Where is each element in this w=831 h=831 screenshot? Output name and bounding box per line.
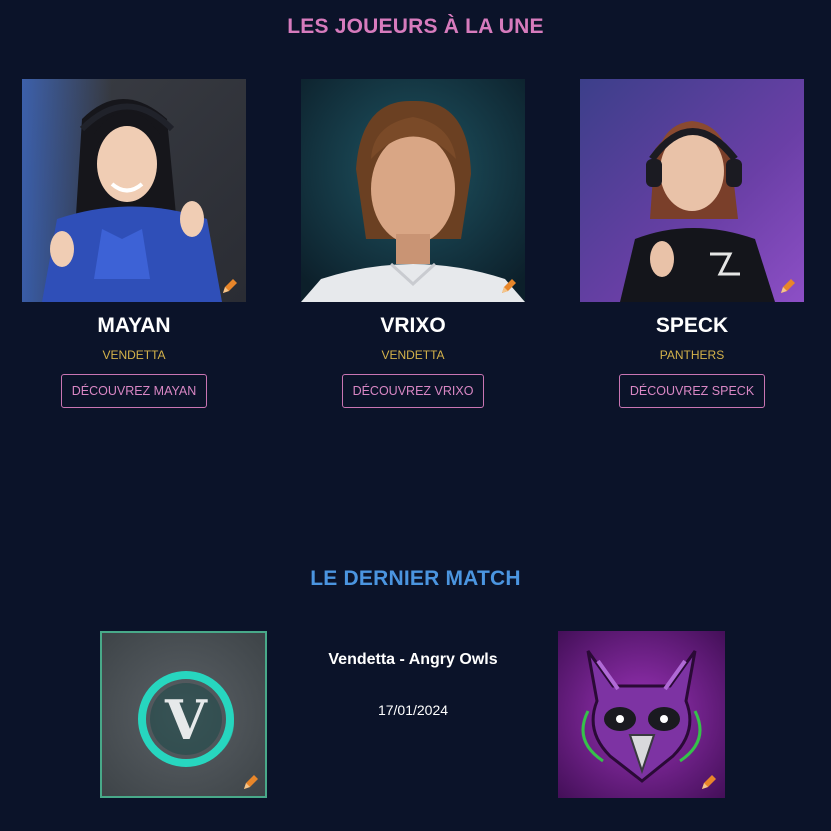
edit-pencil-icon[interactable] — [220, 276, 240, 296]
player-card-mayan: MAYAN VENDETTA DÉCOUVREZ MAYAN — [22, 79, 246, 408]
match-date: 17/01/2024 — [377, 702, 449, 718]
discover-vrixo-button[interactable]: DÉCOUVREZ VRIXO — [341, 374, 485, 408]
player-team: PANTHERS — [659, 348, 725, 362]
edit-pencil-icon[interactable] — [499, 276, 519, 296]
player-name: SPECK — [655, 314, 729, 337]
player-name: MAYAN — [97, 314, 171, 337]
match-info: Vendetta - Angry Owls 17/01/2024 — [320, 649, 506, 718]
player-photo — [580, 79, 804, 302]
edit-pencil-icon[interactable] — [778, 276, 798, 296]
page: LES JOUEURS À LA UNE MAYAN VENDETTA DÉCO… — [0, 0, 831, 831]
edit-pencil-icon[interactable] — [241, 772, 261, 792]
discover-speck-button[interactable]: DÉCOUVREZ SPECK — [618, 374, 766, 408]
angry-owls-logo — [558, 631, 725, 798]
vendetta-logo-letter: V — [164, 688, 208, 752]
player-card-speck: SPECK PANTHERS DÉCOUVREZ SPECK — [580, 79, 804, 408]
featured-players-title: LES JOUEURS À LA UNE — [287, 15, 544, 38]
player-photo — [22, 79, 246, 302]
player-card-vrixo: VRIXO VENDETTA DÉCOUVREZ VRIXO — [301, 79, 525, 408]
match-teams: Vendetta - Angry Owls — [328, 651, 498, 668]
last-match-title: LE DERNIER MATCH — [310, 567, 521, 590]
discover-mayan-button[interactable]: DÉCOUVREZ MAYAN — [60, 374, 208, 408]
player-name: VRIXO — [380, 314, 446, 337]
vendetta-logo: V — [100, 631, 267, 798]
player-team: VENDETTA — [102, 348, 166, 362]
player-photo — [301, 79, 525, 302]
edit-pencil-icon[interactable] — [699, 772, 719, 792]
player-team: VENDETTA — [381, 348, 445, 362]
